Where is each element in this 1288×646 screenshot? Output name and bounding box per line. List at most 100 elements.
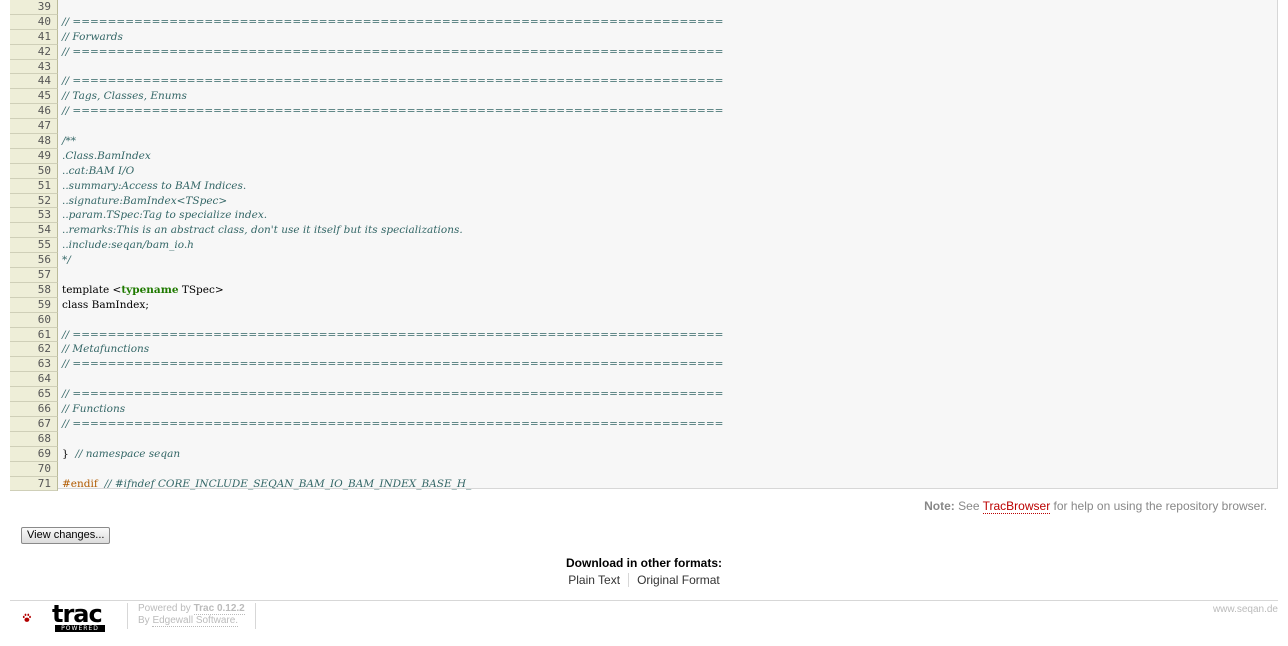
line-source: class BamIndex; [62,298,149,311]
line-source: // =====================================… [62,358,724,371]
line-number[interactable]: 58 [10,282,58,298]
line-number[interactable]: 45 [10,89,58,105]
code-line: 70 [10,461,1277,477]
line-number[interactable]: 54 [10,223,58,239]
line-number[interactable]: 52 [10,193,58,209]
code-line: 52 ..signature:BamIndex<TSpec> [10,193,1277,209]
code-line: 47 [10,119,1277,135]
code-line: 49 .Class.BamIndex [10,148,1277,164]
code-line: 57 [10,268,1277,283]
note-see: See [958,499,980,513]
code-line: 67 // ===================================… [10,416,1277,432]
code-line: 43 [10,59,1277,75]
note-label: Note: [924,499,955,513]
code-line: 45 // Tags, Classes, Enums [10,89,1277,105]
edgewall-link[interactable]: Edgewall Software. [152,615,239,627]
line-number[interactable]: 66 [10,402,58,417]
code-line: 64 [10,372,1277,388]
line-source: // Forwards [62,30,123,43]
line-source: // =====================================… [62,417,724,430]
code-line: 39 [10,0,1277,15]
powered-badge: POWERED [55,625,105,632]
code-line: 60 [10,312,1277,328]
line-number[interactable]: 51 [10,178,58,194]
code-line: 61 // ===================================… [10,327,1277,343]
line-number[interactable]: 47 [10,119,58,135]
code-line: 65 // ===================================… [10,387,1277,403]
code-line: 66 // Functions [10,402,1277,417]
line-number[interactable]: 48 [10,134,58,149]
line-source: // =====================================… [62,328,724,341]
line-source: // Metafunctions [62,343,150,356]
code-line: 63 // ===================================… [10,357,1277,373]
footer-credit: Powered by Trac 0.12.2 By Edgewall Softw… [127,603,256,629]
line-number[interactable]: 53 [10,208,58,224]
line-number[interactable]: 39 [10,0,58,15]
code-line: 55 ..include:seqan/bam_io.h [10,238,1277,254]
line-source: /** [62,135,77,148]
line-number[interactable]: 71 [10,476,58,492]
line-source: ..cat:BAM I/O [62,164,135,177]
line-number[interactable]: 56 [10,253,58,269]
format-list: Plain Text Original Format [0,573,1288,587]
line-number[interactable]: 55 [10,238,58,254]
line-number[interactable]: 50 [10,163,58,179]
note-rest: for help on using the repository browser… [1053,499,1267,513]
powered-by-text: Powered by [138,603,191,614]
code-line: 58 template <typename TSpec> [10,282,1277,298]
line-source: ..include:seqan/bam_io.h [62,239,194,252]
code-line: 71 #endif // #ifndef CORE_INCLUDE_SEQAN_B… [10,476,1277,492]
line-number[interactable]: 61 [10,327,58,343]
line-source: ..remarks:This is an abstract class, don… [62,224,463,237]
line-number[interactable]: 70 [10,461,58,477]
code-line: 59 class BamIndex; [10,297,1277,313]
by-text: By [138,615,150,626]
line-number[interactable]: 64 [10,372,58,388]
code-line: 51 ..summary:Access to BAM Indices. [10,178,1277,194]
tracbrowser-link[interactable]: TracBrowser [982,499,1051,514]
code-line: 40 // ===================================… [10,14,1277,30]
format-plain-text-link[interactable]: Plain Text [560,573,628,587]
code-line: 54 ..remarks:This is an abstract class, d… [10,223,1277,239]
line-source: template <typename TSpec> [62,283,224,296]
line-number[interactable]: 40 [10,14,58,30]
line-number[interactable]: 68 [10,431,58,447]
line-number[interactable]: 59 [10,297,58,313]
line-number[interactable]: 65 [10,387,58,403]
code-line: 62 // Metafunctions [10,342,1277,358]
line-number[interactable]: 62 [10,342,58,358]
alternate-formats: Download in other formats: Plain Text Ori… [0,556,1288,587]
view-changes-button[interactable]: View changes... [21,527,111,544]
line-number[interactable]: 60 [10,312,58,328]
line-source: // =====================================… [62,75,724,88]
line-number[interactable]: 49 [10,148,58,164]
trac-version-link[interactable]: Trac 0.12.2 [193,603,245,615]
code-line: 46 // ===================================… [10,104,1277,120]
format-original-link[interactable]: Original Format [628,573,728,587]
help-note: Note: See TracBrowser for help on using … [924,499,1267,514]
trac-logo-text[interactable]: trac [52,600,103,628]
line-number[interactable]: 42 [10,44,58,60]
code-line: 42 // ===================================… [10,44,1277,60]
line-number[interactable]: 63 [10,357,58,373]
code-line: 41 // Forwards [10,29,1277,45]
line-source: // =====================================… [62,45,724,58]
code-line: 68 [10,431,1277,447]
line-number[interactable]: 41 [10,29,58,45]
line-source: .Class.BamIndex [62,149,151,162]
download-heading: Download in other formats: [566,556,722,570]
site-link[interactable]: www.seqan.de [1213,604,1278,615]
code-view: 39 40 // =================================… [10,0,1278,492]
line-number[interactable]: 69 [10,446,58,462]
line-source: // =====================================… [62,15,724,28]
line-source: */ [62,254,71,267]
line-number[interactable]: 44 [10,74,58,90]
trac-paw-icon[interactable] [22,603,52,633]
line-number[interactable]: 46 [10,104,58,120]
code-line: 53 ..param.TSpec:Tag to specialize index. [10,208,1277,224]
footer-divider [10,600,1278,601]
code-line: 50 ..cat:BAM I/O [10,163,1277,179]
line-number[interactable]: 67 [10,416,58,432]
line-number[interactable]: 57 [10,268,58,283]
line-number[interactable]: 43 [10,59,58,75]
